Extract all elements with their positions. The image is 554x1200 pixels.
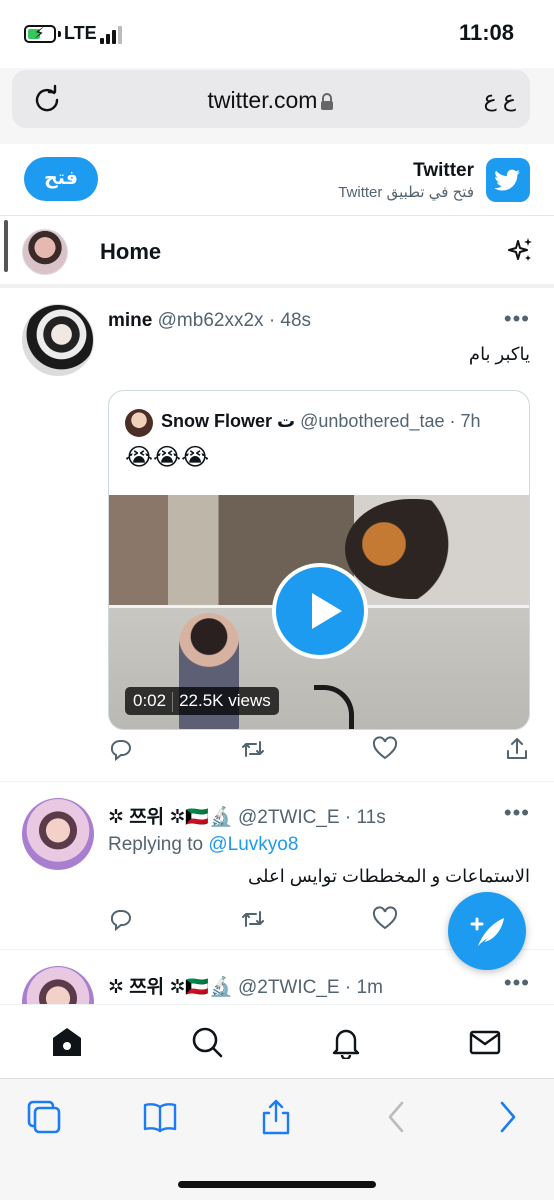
replying-to: Replying to @Luvkyo8 xyxy=(108,834,298,856)
video-dog-image xyxy=(345,499,475,599)
more-options-icon[interactable]: ••• xyxy=(504,800,530,826)
address-bar-container: twitter.com ع ع xyxy=(0,68,554,144)
twitter-logo-icon xyxy=(486,158,530,202)
compose-tweet-button[interactable] xyxy=(448,892,526,970)
back-chevron-icon[interactable] xyxy=(378,1099,414,1135)
replying-to-label: Replying to xyxy=(108,834,204,855)
url-label: twitter.com xyxy=(207,87,318,113)
tweet-text: الاستماعات و المخططات توايس اعلى xyxy=(248,866,530,886)
author-handle[interactable]: @mb62xx2x xyxy=(158,310,264,331)
author-name[interactable]: ✲ 쯔위 ✲🇰🇼🔬 xyxy=(108,807,233,828)
author-handle[interactable]: @2TWIC_E xyxy=(238,807,340,828)
tweet-actions xyxy=(108,736,530,766)
play-button-icon[interactable] xyxy=(272,563,368,659)
quoted-tweet-time: · 7h xyxy=(449,411,481,431)
retweet-icon[interactable] xyxy=(240,906,266,932)
tweet-author-avatar[interactable] xyxy=(22,798,94,870)
author-handle[interactable]: @2TWIC_E xyxy=(238,977,340,998)
notifications-bell-icon[interactable] xyxy=(329,1025,363,1059)
video-player[interactable]: 0:02 22.5K views xyxy=(109,495,529,729)
open-app-banner: فتح Twitter فتح في تطبيق Twitter xyxy=(0,144,554,216)
tweet-item[interactable]: mine @mb62xx2x · 48s ••• ياكبر بام Snow … xyxy=(0,292,554,782)
author-name[interactable]: mine xyxy=(108,310,152,331)
tweet-header: mine @mb62xx2x · 48s xyxy=(108,310,311,332)
video-meta: 0:02 22.5K views xyxy=(125,687,279,715)
home-indicator-bar xyxy=(178,1181,376,1188)
like-icon[interactable] xyxy=(372,906,398,932)
replying-to-handle[interactable]: @Luvkyo8 xyxy=(208,834,298,855)
status-time: 11:08 xyxy=(458,20,514,45)
bottom-navigation xyxy=(0,1004,554,1078)
more-options-icon[interactable]: ••• xyxy=(504,306,530,332)
tweet-header: ✲ 쯔위 ✲🇰🇼🔬 @2TWIC_E · 1m xyxy=(108,972,383,999)
retweet-icon[interactable] xyxy=(240,736,266,762)
quoted-tweet-header: Snow Flower ت @unbothered_tae · 7h xyxy=(161,411,481,432)
tweet-text: ياكبر بام xyxy=(468,344,530,364)
scroll-indicator xyxy=(4,220,8,272)
quoted-tweet-text: 😭😭😭 xyxy=(125,444,210,471)
quoted-author-handle: @unbothered_tae xyxy=(300,411,445,431)
reply-icon[interactable] xyxy=(108,906,134,932)
profile-avatar[interactable] xyxy=(22,229,68,275)
status-bar: ⚡ LTE 11:08 xyxy=(0,0,554,68)
video-duration: 0:02 xyxy=(133,691,167,710)
tweet-author-avatar[interactable] xyxy=(22,304,94,376)
author-name[interactable]: ✲ 쯔위 ✲🇰🇼🔬 xyxy=(108,977,233,998)
battery-cap xyxy=(58,31,61,37)
home-icon[interactable] xyxy=(50,1025,84,1059)
page-title: Home xyxy=(100,239,162,264)
quoted-tweet[interactable]: Snow Flower ت @unbothered_tae · 7h 😭😭😭 0… xyxy=(108,390,530,730)
address-bar[interactable]: twitter.com ع ع xyxy=(12,70,530,128)
network-type: LTE xyxy=(64,23,97,43)
lock-icon xyxy=(321,92,334,110)
tweet-author-avatar[interactable] xyxy=(22,966,94,1004)
share-icon[interactable] xyxy=(504,736,530,762)
forward-chevron-icon[interactable] xyxy=(490,1099,526,1135)
tweet-time: · 11s xyxy=(344,807,386,828)
quoted-author-avatar xyxy=(125,409,153,437)
battery-icon: ⚡ xyxy=(24,25,56,43)
tweet-header: ✲ 쯔위 ✲🇰🇼🔬 @2TWIC_E · 11s xyxy=(108,802,386,829)
browser-toolbar xyxy=(0,1078,554,1200)
feather-plus-icon xyxy=(470,917,504,946)
sparkle-icon[interactable] xyxy=(506,236,534,264)
more-options-icon[interactable]: ••• xyxy=(504,970,530,996)
banner-title: Twitter xyxy=(413,160,474,181)
url-text[interactable]: twitter.com xyxy=(12,87,530,114)
video-views: 22.5K views xyxy=(179,691,271,710)
like-icon[interactable] xyxy=(372,736,398,762)
banner-subtitle: فتح في تطبيق Twitter xyxy=(338,184,474,201)
tabs-icon[interactable] xyxy=(26,1099,62,1135)
reply-icon[interactable] xyxy=(108,736,134,762)
quoted-author-name: Snow Flower ت xyxy=(161,411,296,431)
bookmarks-icon[interactable] xyxy=(142,1099,178,1135)
share-icon[interactable] xyxy=(258,1099,294,1135)
tweet-time: · 1m xyxy=(344,977,383,998)
home-header: Home xyxy=(0,216,554,288)
search-icon[interactable] xyxy=(190,1025,224,1059)
reader-text-size-button[interactable]: ع ع xyxy=(484,86,516,112)
open-app-button[interactable]: فتح xyxy=(24,157,98,201)
signal-icon xyxy=(100,26,124,44)
messages-mail-icon[interactable] xyxy=(468,1025,502,1059)
tweet-time: · 48s xyxy=(268,310,312,331)
